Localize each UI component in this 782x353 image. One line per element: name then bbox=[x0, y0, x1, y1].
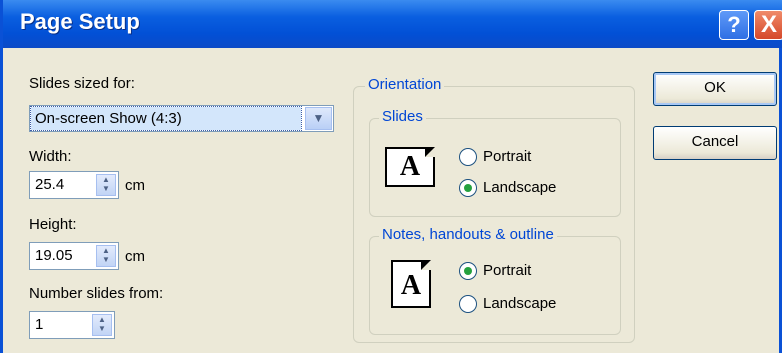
close-button[interactable]: X bbox=[754, 10, 782, 40]
height-label: Height: bbox=[29, 216, 77, 233]
height-value[interactable]: 19.05 bbox=[35, 247, 73, 264]
number-spin-arrows-icon[interactable]: ▲ ▼ bbox=[92, 314, 112, 336]
width-label: Width: bbox=[29, 148, 72, 165]
slides-sized-for-label: Slides sized for: bbox=[29, 75, 135, 92]
height-spin-arrows-icon[interactable]: ▲ ▼ bbox=[96, 245, 116, 267]
width-unit: cm bbox=[125, 177, 145, 194]
landscape-page-icon: A bbox=[385, 147, 435, 187]
dialog-title: Page Setup bbox=[20, 9, 140, 34]
slides-orientation-label: Slides bbox=[379, 108, 426, 125]
slides-portrait-label[interactable]: Portrait bbox=[483, 148, 531, 165]
height-unit: cm bbox=[125, 248, 145, 265]
slides-sized-for-value: On-screen Show (4:3) bbox=[30, 106, 302, 131]
notes-orientation-label: Notes, handouts & outline bbox=[379, 226, 557, 243]
width-spin-arrows-icon[interactable]: ▲ ▼ bbox=[96, 174, 116, 196]
title-bar[interactable]: Page Setup ? X bbox=[3, 0, 782, 48]
notes-portrait-label[interactable]: Portrait bbox=[483, 262, 531, 279]
slides-portrait-radio[interactable] bbox=[459, 148, 477, 166]
width-value[interactable]: 25.4 bbox=[35, 176, 64, 193]
orientation-label: Orientation bbox=[365, 76, 445, 93]
height-stepper[interactable]: 19.05 ▲ ▼ bbox=[29, 242, 119, 270]
notes-landscape-radio[interactable] bbox=[459, 295, 477, 313]
help-button[interactable]: ? bbox=[719, 10, 749, 40]
slides-landscape-radio[interactable] bbox=[459, 179, 477, 197]
chevron-down-icon[interactable]: ▼ bbox=[305, 107, 332, 130]
page-setup-dialog: Page Setup ? X Slides sized for: On-scre… bbox=[0, 0, 782, 353]
notes-portrait-radio[interactable] bbox=[459, 262, 477, 280]
number-slides-from-label: Number slides from: bbox=[29, 285, 164, 302]
ok-button[interactable]: OK bbox=[653, 72, 777, 106]
portrait-page-icon: A bbox=[391, 260, 431, 308]
slides-sized-for-dropdown[interactable]: On-screen Show (4:3) ▼ bbox=[29, 105, 334, 132]
width-stepper[interactable]: 25.4 ▲ ▼ bbox=[29, 171, 119, 199]
slides-landscape-label[interactable]: Landscape bbox=[483, 179, 556, 196]
number-slides-from-value[interactable]: 1 bbox=[35, 316, 43, 333]
notes-landscape-label[interactable]: Landscape bbox=[483, 295, 556, 312]
number-slides-from-stepper[interactable]: 1 ▲ ▼ bbox=[29, 311, 115, 339]
cancel-button[interactable]: Cancel bbox=[653, 126, 777, 160]
